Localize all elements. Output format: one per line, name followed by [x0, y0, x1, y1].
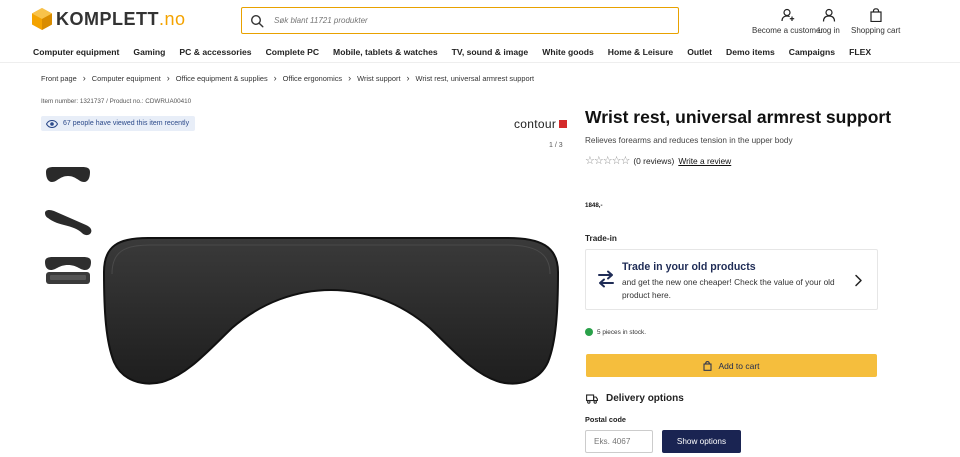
- breadcrumb-computer-equipment[interactable]: Computer equipment: [92, 74, 161, 83]
- log-in-button[interactable]: Log in: [818, 8, 840, 35]
- thumbnail-2[interactable]: [42, 205, 94, 241]
- shopping-cart-button[interactable]: Shopping cart: [851, 8, 900, 35]
- delivery-options-header: Delivery options: [586, 393, 684, 404]
- category-outlet[interactable]: Outlet: [687, 47, 712, 57]
- tradein-text: and get the new one cheaper! Check the v…: [622, 277, 835, 300]
- chevron-right-icon: [855, 274, 862, 287]
- product-title: Wrist rest, universal armrest support: [585, 107, 892, 127]
- eye-icon: [46, 119, 58, 128]
- viewed-badge: 67 people have viewed this item recently: [41, 116, 196, 131]
- chevron-right-icon: ›: [82, 73, 86, 83]
- stock-text: 5 pieces in stock.: [597, 328, 647, 336]
- breadcrumb-office-equipment[interactable]: Office equipment & supplies: [176, 74, 268, 83]
- thumbnail-3[interactable]: [42, 252, 94, 288]
- postal-code-label: Postal code: [585, 415, 626, 424]
- item-number: Item number: 1321737 / Product no.: CDWR…: [41, 98, 192, 105]
- product-subtitle: Relieves forearms and reduces tension in…: [585, 136, 793, 145]
- shopping-cart-label: Shopping cart: [851, 26, 901, 35]
- chevron-right-icon: ›: [166, 73, 170, 83]
- komplett-logo[interactable]: KOMPLETT.no: [32, 8, 186, 30]
- brand-name: contour: [514, 117, 557, 131]
- category-gaming[interactable]: Gaming: [133, 47, 165, 57]
- delivery-options-title: Delivery options: [606, 393, 684, 404]
- category-tv-sound-image[interactable]: TV, sound & image: [452, 47, 529, 57]
- star-icon: ☆: [611, 155, 622, 167]
- star-icon: ☆: [585, 155, 595, 167]
- category-nav: Computer equipment Gaming PC & accessori…: [33, 47, 885, 57]
- star-icon: ☆: [593, 155, 604, 167]
- category-home-leisure[interactable]: Home & Leisure: [608, 47, 673, 57]
- category-complete-pc[interactable]: Complete PC: [266, 47, 319, 57]
- breadcrumb-office-ergonomics[interactable]: Office ergonomics: [283, 74, 342, 83]
- postal-code-input[interactable]: [585, 430, 653, 453]
- site-header: KOMPLETT.no Become a customer Log in Sho…: [0, 0, 960, 42]
- stock-status: 5 pieces in stock.: [585, 328, 646, 336]
- category-computer-equipment[interactable]: Computer equipment: [33, 47, 119, 57]
- write-review-link[interactable]: Write a review: [678, 156, 731, 166]
- tradein-card[interactable]: Trade in your old products and get the n…: [585, 249, 878, 310]
- viewed-text: 67 people have viewed this item recently: [63, 120, 190, 127]
- breadcrumb: Front page › Computer equipment › Office…: [41, 73, 534, 83]
- category-flex[interactable]: FLEX: [849, 47, 871, 57]
- user-icon: [822, 8, 835, 22]
- add-to-cart-button[interactable]: Add to cart: [586, 354, 877, 377]
- tradein-label: Trade-in: [585, 234, 617, 243]
- become-customer-label: Become a customer: [752, 26, 824, 35]
- in-stock-dot-icon: [585, 328, 593, 336]
- star-icon: ☆: [620, 155, 631, 167]
- chevron-right-icon: ›: [273, 73, 277, 83]
- search-icon: [250, 14, 264, 28]
- product-image[interactable]: [100, 232, 562, 392]
- product-price: 1848,-: [585, 202, 603, 209]
- tradein-title: Trade in your old products: [622, 261, 756, 273]
- category-white-goods[interactable]: White goods: [542, 47, 594, 57]
- category-pc-accessories[interactable]: PC & accessories: [179, 47, 251, 57]
- nav-divider: [0, 62, 960, 63]
- chevron-right-icon: ›: [406, 73, 410, 83]
- category-mobile-tablets-watches[interactable]: Mobile, tablets & watches: [333, 47, 438, 57]
- thumbnail-1[interactable]: [42, 160, 94, 196]
- rating-stars: ☆ ☆ ☆ ☆ ☆: [585, 154, 631, 167]
- rating-row: ☆ ☆ ☆ ☆ ☆ (0 reviews) Write a review: [585, 154, 731, 167]
- breadcrumb-front-page[interactable]: Front page: [41, 74, 77, 83]
- log-in-label: Log in: [818, 26, 840, 35]
- truck-icon: [586, 393, 598, 404]
- add-to-cart-label: Add to cart: [718, 360, 760, 371]
- show-options-button[interactable]: Show options: [662, 430, 741, 453]
- search-bar[interactable]: [241, 7, 679, 34]
- reviews-count: (0 reviews): [633, 155, 675, 166]
- breadcrumb-current: Wrist rest, universal armrest support: [415, 73, 535, 83]
- category-demo-items[interactable]: Demo items: [726, 47, 775, 57]
- logo-mark-icon: [32, 8, 52, 30]
- search-input[interactable]: [274, 16, 654, 25]
- star-icon: ☆: [602, 155, 613, 167]
- add-user-icon: [780, 8, 794, 22]
- chevron-right-icon: ›: [348, 73, 352, 83]
- brand-logo[interactable]: contour: [514, 117, 568, 131]
- logo-text: KOMPLETT.no: [56, 8, 186, 29]
- swap-arrows-icon: [598, 270, 614, 288]
- category-campaigns[interactable]: Campaigns: [789, 47, 835, 57]
- image-counter: 1 / 3: [549, 142, 563, 149]
- shopping-bag-icon: [703, 360, 712, 371]
- become-customer-button[interactable]: Become a customer: [752, 8, 823, 35]
- brand-mark-icon: [559, 120, 568, 128]
- breadcrumb-wrist-support[interactable]: Wrist support: [357, 74, 400, 83]
- shopping-bag-icon: [870, 8, 882, 22]
